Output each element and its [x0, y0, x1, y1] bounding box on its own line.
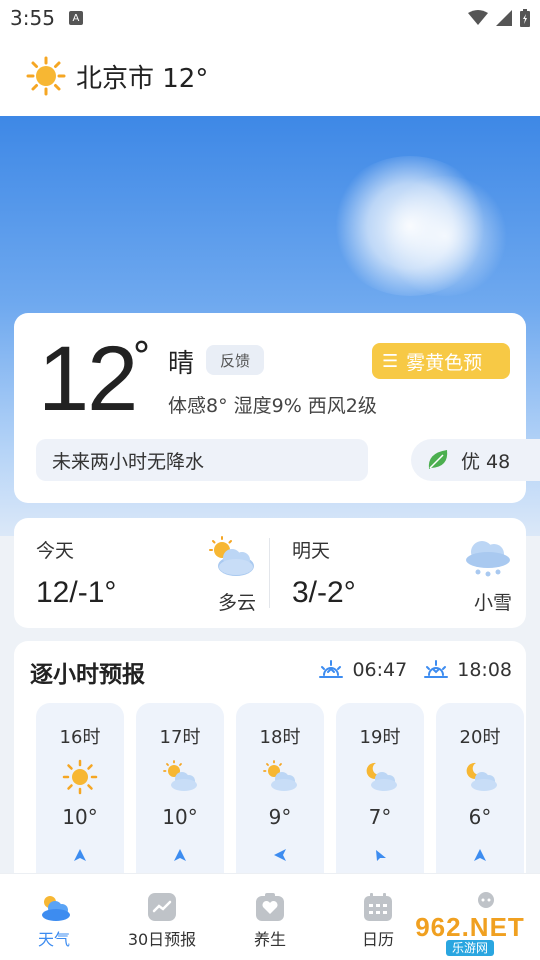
day-condition: 小雪 [473, 592, 512, 614]
site-watermark: 962.NET 乐游网 [400, 912, 540, 958]
wind-direction-icon [174, 849, 186, 861]
weather-alert-button[interactable]: ☰ 雾黄色预 [372, 343, 510, 379]
sun-icon [26, 56, 66, 96]
tab-30day-forecast[interactable]: 30日预报 [108, 874, 216, 960]
leaf-icon [428, 450, 448, 469]
night-cloudy-icon [466, 762, 497, 791]
hour-time: 17时 [159, 727, 201, 748]
sunset-icon [424, 660, 449, 678]
hourly-title: 逐小时预报 [30, 662, 145, 688]
alert-text: 雾黄色预 [406, 351, 483, 374]
partly-cloudy-icon [209, 536, 254, 576]
hour-time: 19时 [359, 727, 401, 748]
tab-label: 天气 [37, 930, 70, 949]
battery-icon [520, 9, 530, 27]
hour-time: 20时 [459, 727, 501, 748]
feedback-button[interactable]: 反馈 [206, 345, 264, 375]
day-temp-range: 12/-1° [36, 576, 117, 609]
watermark-sub-text: 乐游网 [445, 940, 494, 956]
hour-time: 16时 [59, 727, 101, 748]
hour-temp: 7° [368, 805, 392, 829]
status-time: 3:55 [10, 6, 55, 30]
status-bar: 3:55 A [0, 0, 540, 36]
day-temp-range: 3/-2° [292, 576, 356, 609]
health-icon [256, 893, 284, 921]
sun-icon [62, 759, 98, 795]
current-temperature: 12 [38, 328, 138, 430]
rain-forecast-pill[interactable]: 未来两小时无降水 [36, 439, 368, 481]
calendar-icon [364, 893, 392, 921]
current-weather-card: 12 ° 晴 反馈 ☰ 雾黄色预 体感8° 湿度9% 西风2级 未来两小时无降水… [14, 313, 540, 503]
city-temp-title[interactable]: 北京市 12° [76, 58, 208, 95]
current-condition: 晴 [168, 349, 195, 379]
menu-icon: ☰ [382, 350, 399, 372]
night-cloudy-icon [366, 762, 397, 791]
hour-temp: 6° [468, 805, 492, 829]
tomorrow-forecast[interactable]: 明天 3/-2° 小雪 [270, 518, 526, 628]
notification-a-icon: A [68, 11, 83, 25]
watermark-logo-text: 962.NET [415, 912, 525, 942]
sunset: 18:08 [423, 659, 512, 681]
hourly-forecast-card: 逐小时预报 06:47 18:08 16时 10° 17时 10° 18时 9°… [14, 641, 526, 903]
hour-temp: 10° [62, 805, 98, 829]
today-forecast[interactable]: 今天 12/-1° 多云 [14, 518, 270, 628]
day-label: 今天 [36, 540, 75, 562]
sky-cloud-glow [380, 176, 510, 296]
sunset-time: 18:08 [457, 659, 512, 681]
tab-weather[interactable]: 天气 [0, 874, 108, 960]
wind-direction-icon [376, 850, 386, 861]
hour-temp: 9° [268, 805, 292, 829]
weather-icon [42, 896, 70, 921]
wind-direction-icon [74, 849, 86, 861]
trend-icon [148, 893, 176, 921]
tab-health[interactable]: 养生 [216, 874, 324, 960]
sun-times: 06:47 18:08 [318, 659, 512, 681]
partly-cloudy-icon [163, 760, 197, 791]
day-condition: 多云 [217, 592, 256, 614]
hour-temp: 10° [162, 805, 198, 829]
signal-icon [496, 10, 512, 26]
day-label: 明天 [292, 540, 331, 562]
wind-direction-icon [474, 849, 486, 861]
app-header: 北京市 12° [0, 36, 540, 116]
aqi-text: 优 48 [461, 450, 511, 473]
aqi-pill[interactable]: 优 48 [411, 439, 540, 481]
status-icons [468, 9, 530, 27]
degree-symbol: ° [132, 334, 151, 378]
hour-time: 18时 [259, 727, 301, 748]
tab-label: 30日预报 [127, 930, 197, 949]
wind-direction-icon [274, 849, 286, 861]
weather-details: 体感8° 湿度9% 西风2级 [168, 395, 377, 417]
daily-summary-card: 今天 12/-1° 多云 明天 3/-2° 小雪 [14, 518, 526, 628]
sunrise: 06:47 [318, 659, 407, 681]
tab-label: 养生 [253, 930, 286, 949]
sunrise-icon [319, 660, 344, 678]
wifi-icon [468, 10, 488, 25]
partly-cloudy-icon [263, 760, 297, 791]
sunrise-time: 06:47 [352, 659, 408, 681]
light-snow-icon [466, 541, 510, 577]
